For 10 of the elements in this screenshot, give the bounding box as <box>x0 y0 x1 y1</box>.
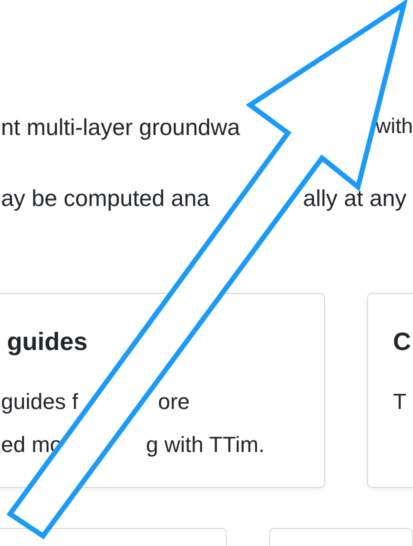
paragraph-text: ally at any <box>303 184 407 213</box>
paragraph-text: nt multi-layer groundwa <box>1 113 242 142</box>
card-text: ore <box>158 388 190 416</box>
card-text: T <box>393 388 406 416</box>
card-text: guides f <box>1 388 80 416</box>
card-title: guides <box>6 327 89 357</box>
card-text: g with TTim. <box>146 431 265 459</box>
paragraph-text: with <box>376 114 413 140</box>
card-title: C <box>393 327 412 357</box>
paragraph-text: ay be computed ana <box>1 184 210 213</box>
